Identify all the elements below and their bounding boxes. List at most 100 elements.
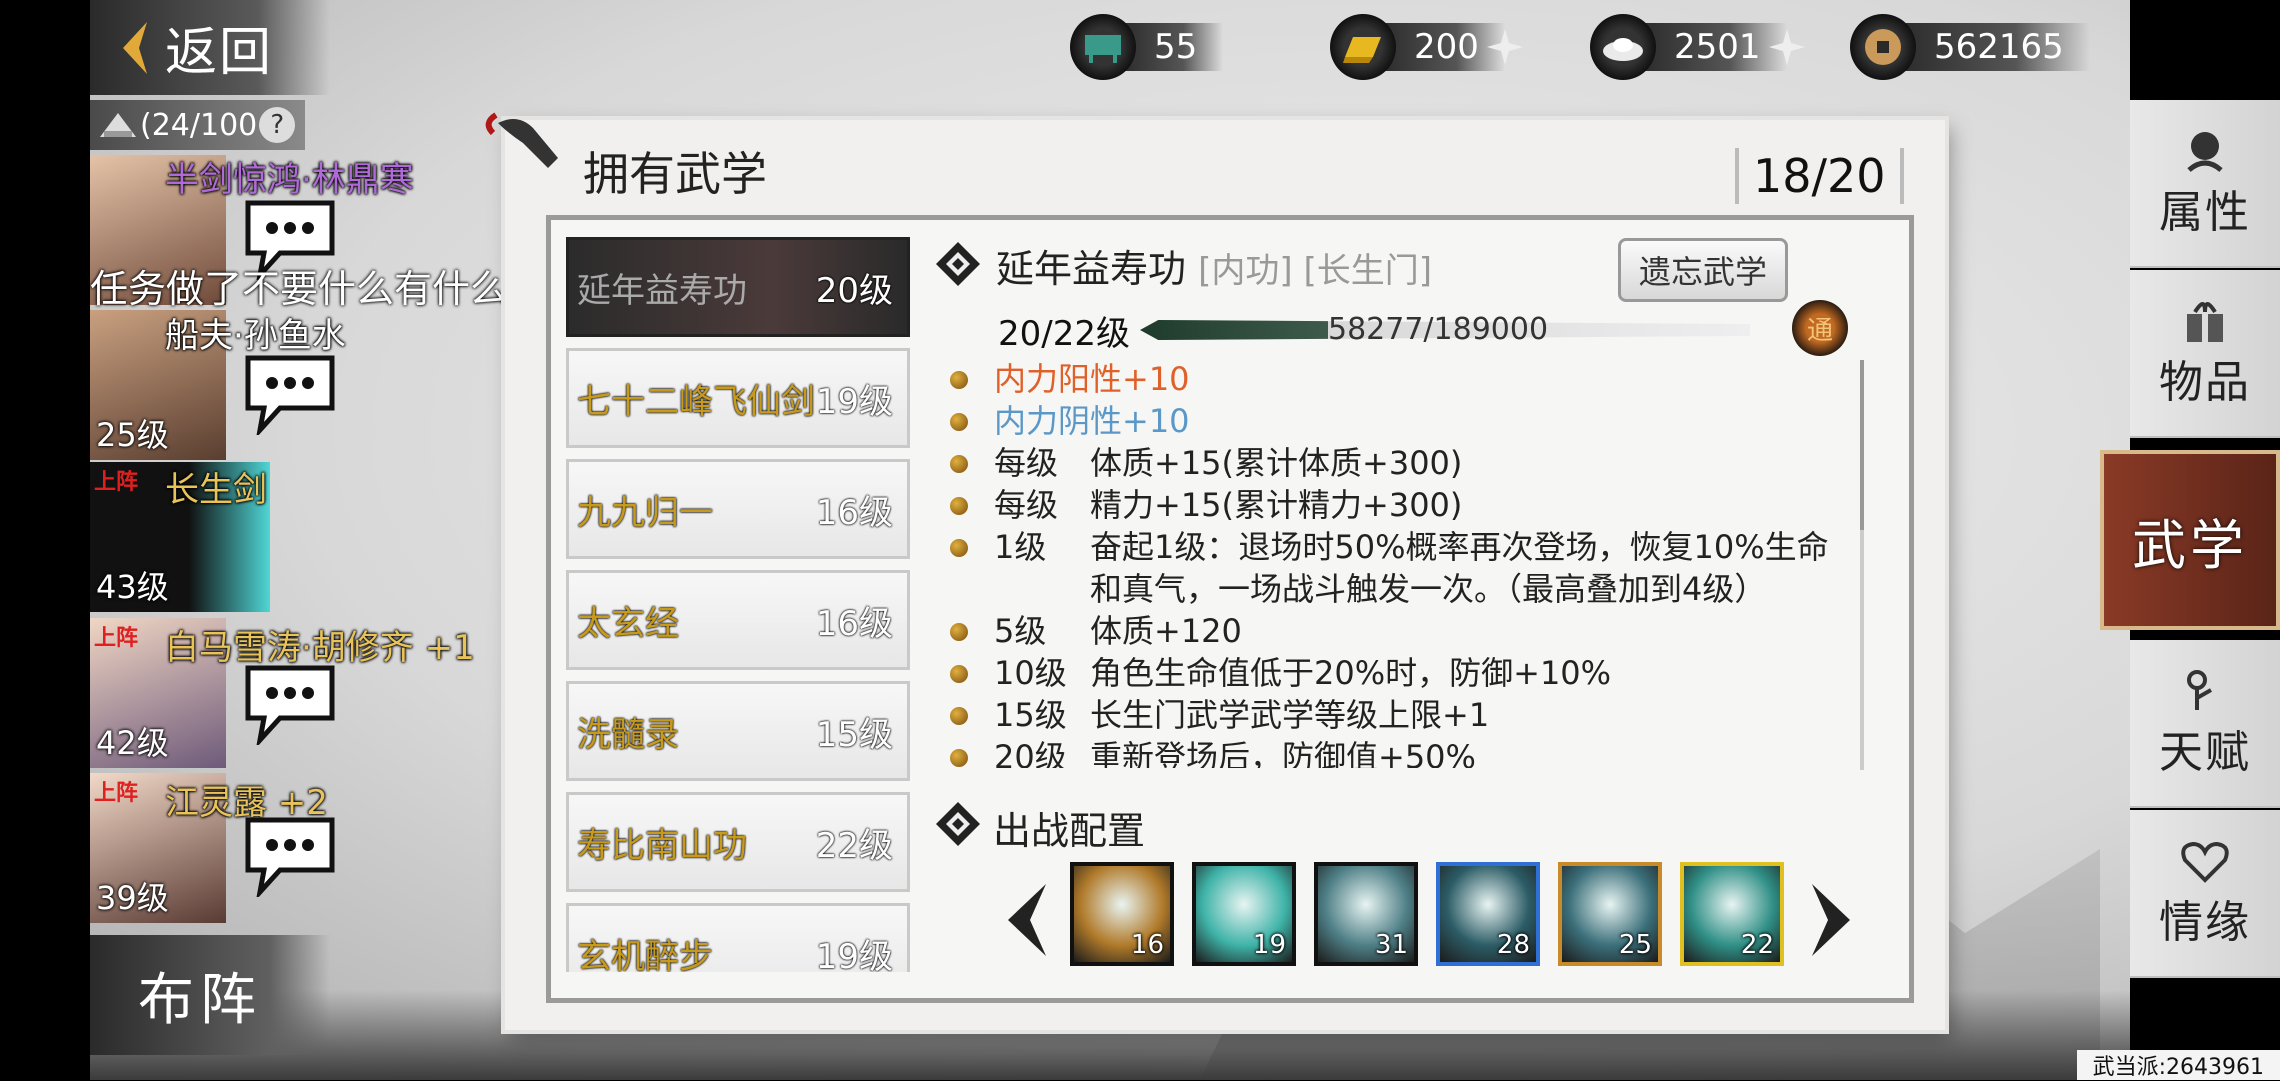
skill-name: 玄机醉步 [577,936,713,973]
skill-item[interactable]: 太玄经 16级 [566,570,910,670]
skill-detail-tags: [内功] [长生门] [1198,251,1432,291]
nav-items[interactable]: 物品 [2130,270,2280,438]
skill-name: 洗髓录 [577,714,679,755]
talent-icon [2187,670,2212,710]
effect-item: 5级 体质+120 [950,610,1860,652]
silver-value: 2501 [1644,23,1787,71]
nav-talent[interactable]: 天赋 [2130,640,2280,808]
skill-slot[interactable]: 16 [1070,862,1174,966]
resource-copper: 562165 [1850,14,2090,80]
server-id: 武当派:2643961 [2076,1050,2280,1080]
back-button[interactable]: 返回 [90,0,330,95]
add-gold-icon[interactable] [1485,27,1525,67]
chat-bubble-icon[interactable] [240,350,340,435]
arrow-right-icon[interactable] [1804,880,1858,960]
stamina-value: 55 [1124,23,1224,71]
formation-button[interactable]: 布阵 [90,935,330,1055]
on-field-tag: 上阵 [94,781,139,806]
nav-attributes[interactable]: 属性 [2130,100,2280,268]
copper-value: 562165 [1904,23,2090,71]
bullet-icon [950,455,968,473]
chat-bubble-icon[interactable] [240,660,340,745]
diamond-ornament-icon [936,242,980,286]
deploy-config-title: 出战配置 [993,809,1146,853]
skill-name: 太玄经 [577,603,679,644]
effect-key: 10级 [994,654,1067,692]
effect-item: 1级 奋起1级：退场时50%概率再次登场，恢复10%生命和真气，一场战斗触发一次。… [950,526,1860,610]
skill-item[interactable]: 寿比南山功 22级 [566,792,910,892]
gift-box-icon [2187,302,2223,342]
skill-level: 20级 [815,270,893,311]
skill-level: 16级 [815,603,893,644]
hero-level: 25级 [96,416,169,454]
skill-item[interactable]: 九九归一 16级 [566,459,910,559]
add-silver-icon[interactable] [1767,27,1807,67]
formation-label: 布阵 [138,967,262,1033]
skill-level: 22级 [815,825,893,866]
nav-label-active: 武学 [2132,513,2248,577]
effect-key: 1级 [994,528,1047,566]
nav-martial-arts[interactable]: 武学 [2100,450,2280,630]
skill-item[interactable]: 七十二峰飞仙剑 19级 [566,348,910,448]
effect-value: 体质+120 [1090,612,1242,650]
effect-item: 内力阳性+10 [950,358,1860,400]
scrollbar-thumb[interactable] [1860,360,1864,530]
nav-bond[interactable]: 情缘 [2130,810,2280,978]
chat-message: 任务做了不要什么有什么嘛 [90,267,547,311]
skill-slot[interactable]: 28 [1436,862,1540,966]
skill-slot[interactable]: 25 [1558,862,1662,966]
panel-title: 拥有武学 [583,147,767,201]
skill-name: 延年益寿功 [577,270,747,311]
skill-slot[interactable]: 31 [1314,862,1418,966]
slot-level: 31 [1374,930,1408,960]
forget-skill-button[interactable]: 遗忘武学 [1618,238,1788,302]
effect-item: 内力阴性+10 [950,400,1860,442]
resource-stamina: 55 [1070,14,1224,80]
effect-list[interactable]: 内力阳性+10 内力阴性+10 每级 体质+15(累计体质+300) 每级 精力+1… [950,358,1860,768]
chat-bubble-icon[interactable] [240,812,340,897]
nav-label: 情缘 [2159,897,2251,948]
slot-level: 28 [1496,930,1530,960]
xp-bar-fill [1140,320,1328,340]
skill-level: 19级 [815,381,893,422]
mastery-badge[interactable]: 通 [1792,300,1848,356]
skill-item[interactable]: 玄机醉步 19级 [566,903,910,972]
on-field-tag: 上阵 [94,626,139,651]
skill-detail-title: 延年益寿功 [内功] [长生门] [996,238,1432,293]
effect-key: 每级 [994,486,1059,524]
bullet-icon [950,665,968,683]
effect-key: 20级 [994,738,1067,768]
skill-name: 七十二峰飞仙剑 [577,381,815,422]
xp-text: 58277/189000 [1328,312,1549,347]
skill-list[interactable]: 延年益寿功 20级 七十二峰飞仙剑 19级 九九归一 16级 太玄经 16级 洗… [566,237,916,972]
bullet-icon [950,623,968,641]
brush-ink-icon [485,112,558,168]
roster-icon [100,113,136,137]
hero-level: 43级 [96,568,169,606]
skill-detail-name: 延年益寿功 [996,247,1187,291]
stamina-icon [1085,35,1121,63]
bullet-icon [950,497,968,515]
skill-name: 寿比南山功 [577,825,747,866]
bullet-icon [950,539,968,557]
skill-level: 15级 [815,714,893,755]
help-icon[interactable]: ? [259,107,296,143]
slot-level: 19 [1252,930,1286,960]
gold-bar-icon [1343,37,1381,63]
skill-item[interactable]: 洗髓录 15级 [566,681,910,781]
arrow-left-icon[interactable] [1000,880,1054,960]
effect-key: 每级 [994,444,1059,482]
skill-slot[interactable]: 22 [1680,862,1784,966]
attributes-icon [2187,132,2223,172]
effect-item: 20级 重新登场后，防御值+50% [950,736,1860,768]
bullet-icon [950,413,968,431]
hero-level: 39级 [96,879,169,917]
skill-level: 16级 [815,492,893,533]
nav-label: 物品 [2159,357,2251,408]
skill-slot[interactable]: 19 [1192,862,1296,966]
effect-key: 15级 [994,696,1067,734]
skill-name: 九九归一 [577,492,713,533]
effect-scrollbar[interactable] [1860,360,1864,770]
hero-name: 半剑惊鸿·林鼎寒 [165,160,414,200]
skill-item[interactable]: 延年益寿功 20级 [566,237,910,337]
